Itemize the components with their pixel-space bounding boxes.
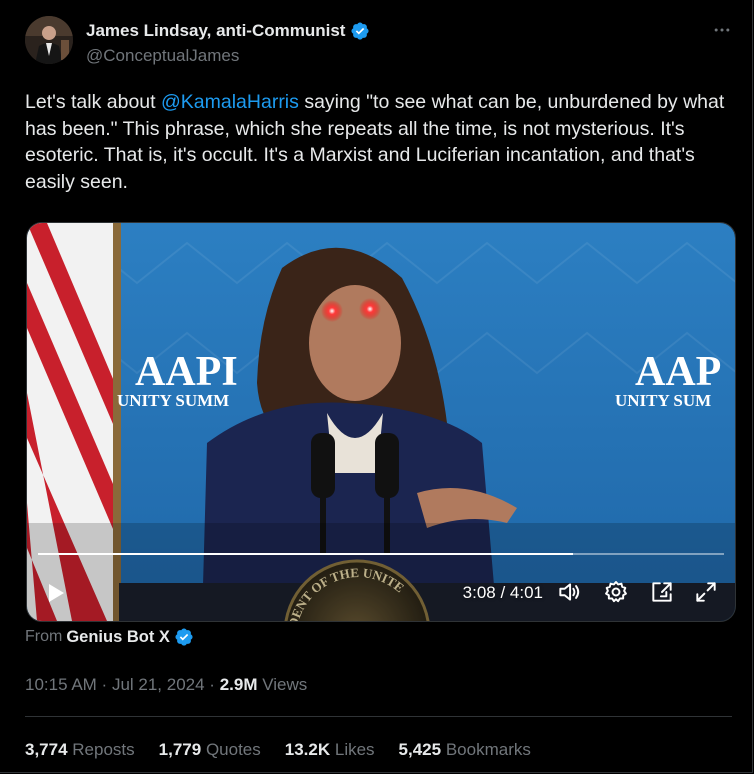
likes-stat[interactable]: 13.2K Likes <box>285 740 375 760</box>
quotes-count: 1,779 <box>158 740 202 759</box>
reposts-count: 3,774 <box>25 740 68 759</box>
engagement-stats: 3,774 Reposts 1,779 Quotes 13.2K Likes 5… <box>25 740 531 760</box>
meta-separator: · <box>204 675 220 694</box>
mention-link[interactable]: @KamalaHarris <box>161 91 299 113</box>
post-date[interactable]: Jul 21, 2024 <box>112 675 205 694</box>
quotes-stat[interactable]: 1,779 Quotes <box>159 740 261 760</box>
bookmarks-stat[interactable]: 5,425 Bookmarks <box>399 740 531 760</box>
backdrop-text-right: AAP <box>635 349 721 395</box>
divider <box>25 716 732 717</box>
video-progress-bar[interactable] <box>38 553 724 555</box>
avatar[interactable] <box>25 16 73 64</box>
video-player[interactable]: AAPI UNITY SUMM AAP UNITY SUM 3:08 / 4:0… <box>26 222 736 622</box>
post-text-before: Let's talk about <box>25 91 161 113</box>
backdrop-subtext-right: UNITY SUM <box>615 391 711 410</box>
volume-icon[interactable] <box>556 579 582 605</box>
quotes-label: Quotes <box>205 740 261 759</box>
bookmarks-count: 5,425 <box>398 740 442 759</box>
likes-label: Likes <box>334 740 375 759</box>
views-label: Views <box>262 675 308 694</box>
post-time[interactable]: 10:15 AM <box>25 675 97 694</box>
post-text: Let's talk about @KamalaHarris saying "t… <box>25 89 730 195</box>
tweet: James Lindsay, anti-Communist @Conceptua… <box>0 0 753 773</box>
play-icon[interactable] <box>43 581 67 605</box>
likes-count: 13.2K <box>284 740 331 759</box>
verified-badge-icon <box>175 628 193 646</box>
video-time: 3:08 / 4:01 <box>462 583 543 602</box>
fullscreen-icon[interactable] <box>693 579 719 605</box>
reposts-label: Reposts <box>72 740 135 759</box>
video-frame: AAPI UNITY SUMM AAP UNITY SUM <box>27 223 735 621</box>
author-name-row: James Lindsay, anti-Communist <box>86 21 370 41</box>
bookmarks-label: Bookmarks <box>445 740 531 759</box>
avatar-image <box>25 16 73 64</box>
views-count[interactable]: 2.9M <box>220 675 258 694</box>
video-progress-fill <box>38 553 574 555</box>
settings-icon[interactable] <box>603 579 629 605</box>
left-eye-glow <box>321 300 343 322</box>
source-attribution: From Genius Bot X <box>25 627 194 647</box>
right-eye-glow <box>359 298 381 320</box>
reposts-stat[interactable]: 3,774 Reposts <box>25 740 135 760</box>
author-handle[interactable]: @ConceptualJames <box>86 46 239 66</box>
post-meta: 10:15 AM · Jul 21, 2024 · 2.9M Views <box>25 675 307 695</box>
verified-badge-icon <box>351 22 370 40</box>
pip-icon[interactable] <box>649 579 675 605</box>
author-name[interactable]: James Lindsay, anti-Communist <box>86 21 345 41</box>
source-prefix: From <box>25 628 63 645</box>
source-name[interactable]: Genius Bot X <box>66 628 170 647</box>
more-icon[interactable] <box>712 20 732 45</box>
backdrop-subtext-left: UNITY SUMM <box>117 391 229 410</box>
backdrop-text-left: AAPI <box>135 349 238 395</box>
meta-separator: · <box>96 675 112 694</box>
